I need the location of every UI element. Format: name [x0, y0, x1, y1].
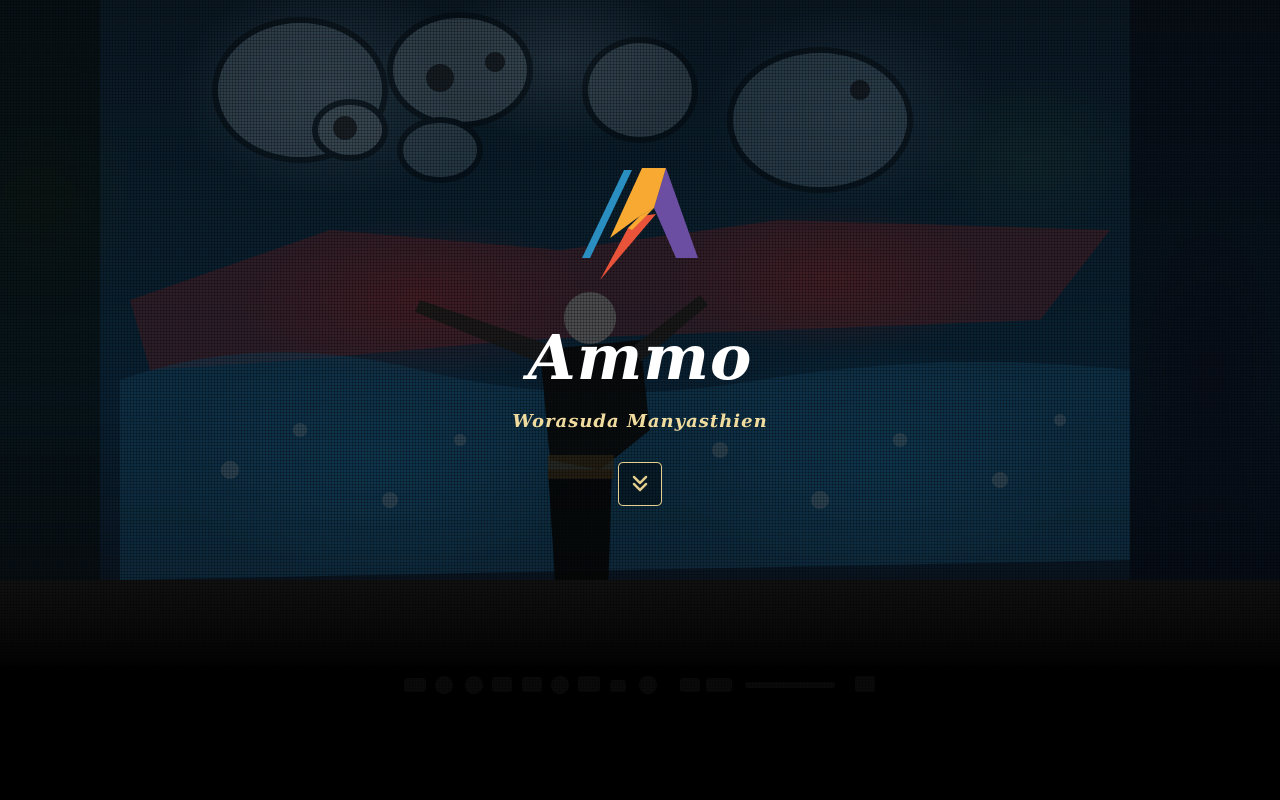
- hero-content: Ammo Worasuda Manyasthien: [0, 0, 1280, 800]
- ammo-lightning-a-logo[interactable]: [580, 168, 700, 280]
- site-subtitle: Worasuda Manyasthien: [512, 411, 768, 432]
- double-chevron-down-icon: [630, 474, 650, 494]
- hero-section: Ammo Worasuda Manyasthien: [0, 0, 1280, 800]
- site-title: Ammo: [527, 321, 753, 394]
- scroll-down-button[interactable]: [618, 462, 662, 506]
